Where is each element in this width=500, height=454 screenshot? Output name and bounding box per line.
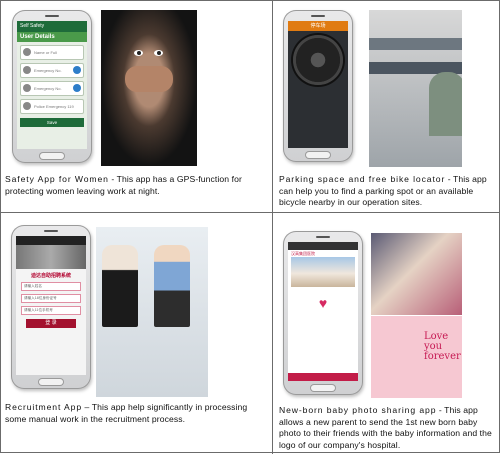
love-text: Love you forever [424, 331, 461, 362]
phone-camera [44, 230, 58, 232]
phone-recruitment-app: 迪达自助招聘系统 请输入姓名 请输入18位身份证号 请输入11位手机号 登 录 [11, 225, 91, 389]
newborn-baby-photo [371, 233, 462, 315]
login-button[interactable]: 登 录 [26, 319, 76, 328]
emergency-field-1[interactable]: Emergency No. [20, 63, 84, 78]
hand-graphic [125, 66, 173, 92]
caption-baby-photo-app: New-born baby photo sharing app - This a… [279, 405, 497, 451]
phone-screen: Self Safety User Details Name or Full Em… [17, 21, 87, 149]
app-title: 迪达自助招聘系统 [30, 273, 71, 279]
phone-screen: 停车场 [288, 21, 348, 148]
app-status-bar: Self Safety [17, 21, 87, 32]
phone-screen: 汉高集团医院 ♥ [288, 242, 358, 381]
caption-title: New-born baby photo sharing app [279, 405, 437, 415]
home-button [306, 152, 330, 158]
add-contact-icon[interactable] [73, 84, 81, 92]
wheel-icon[interactable] [293, 35, 343, 85]
cell-baby-photo-app: 汉高集团医院 ♥ Love you forever New-born baby … [273, 213, 500, 454]
app-showcase-grid: Self Safety User Details Name or Full Em… [0, 0, 500, 454]
caption-title: Recruitment App [5, 402, 83, 412]
app-title: User Details [17, 32, 87, 42]
phone-number-input[interactable]: 请输入11位手机号 [21, 306, 81, 315]
cell-recruitment-app: 迪达自助招聘系统 请输入姓名 请输入18位身份证号 请输入11位手机号 登 录 … [1, 213, 272, 454]
heart-icon: ♥ [318, 295, 328, 311]
id-number-input[interactable]: 请输入18位身份证号 [21, 294, 81, 303]
phone-camera [311, 15, 325, 17]
home-button [40, 153, 64, 159]
contact-icon [23, 84, 31, 92]
user-icon [23, 48, 31, 56]
parking-lot-photo [369, 10, 462, 167]
save-button[interactable]: Save [20, 118, 84, 127]
caption-parking-app: Parking space and free bike locator - Th… [279, 174, 497, 209]
police-emergency-field[interactable]: Police Emergency 119 [20, 99, 84, 114]
phone-parking-app: 停车场 [283, 10, 353, 162]
interview-candidates-photo [96, 227, 208, 397]
cell-parking-app: 停车场 Parking space and free bike locator … [273, 1, 500, 212]
candidate-graphic [102, 245, 138, 327]
phone-camera [45, 15, 59, 17]
phone-safety-app: Self Safety User Details Name or Full Em… [12, 10, 92, 163]
phone-baby-photo-app: 汉高集团医院 ♥ [283, 231, 363, 395]
app-status-bar: 停车场 [288, 21, 348, 31]
phone-screen: 迪达自助招聘系统 请输入姓名 请输入18位身份证号 请输入11位手机号 登 录 [16, 236, 86, 375]
hospital-header: 汉高集团医院 [291, 251, 315, 256]
name-field[interactable]: Name or Full [20, 45, 84, 60]
phone-camera [316, 236, 330, 238]
eye-graphic [134, 50, 143, 56]
police-icon [23, 102, 31, 110]
contact-icon [23, 66, 31, 74]
cell-safety-app: Self Safety User Details Name or Full Em… [1, 1, 272, 212]
app-status-bar [16, 236, 86, 245]
emergency-field-2[interactable]: Emergency No. [20, 81, 84, 96]
parking-row [369, 38, 462, 50]
office-banner-image [16, 245, 86, 269]
add-contact-icon[interactable] [73, 66, 81, 74]
hospital-building-photo [291, 257, 355, 287]
app-footer [288, 373, 358, 381]
caption-safety-app: Safety App for Women - This app has a GP… [5, 174, 269, 197]
caption-title: Parking space and free bike locator [279, 174, 446, 184]
caption-title: Safety App for Women [5, 174, 109, 184]
name-input[interactable]: 请输入姓名 [21, 282, 81, 291]
love-you-forever-photo: Love you forever [371, 316, 462, 398]
home-button [39, 379, 63, 385]
person-graphic [429, 72, 462, 136]
app-status-bar [288, 242, 358, 250]
candidate-graphic [154, 245, 190, 327]
home-button [311, 385, 335, 391]
eye-graphic [154, 50, 163, 56]
caption-recruitment-app: Recruitment App – This app help signific… [5, 402, 269, 425]
frightened-woman-photo [101, 10, 197, 166]
